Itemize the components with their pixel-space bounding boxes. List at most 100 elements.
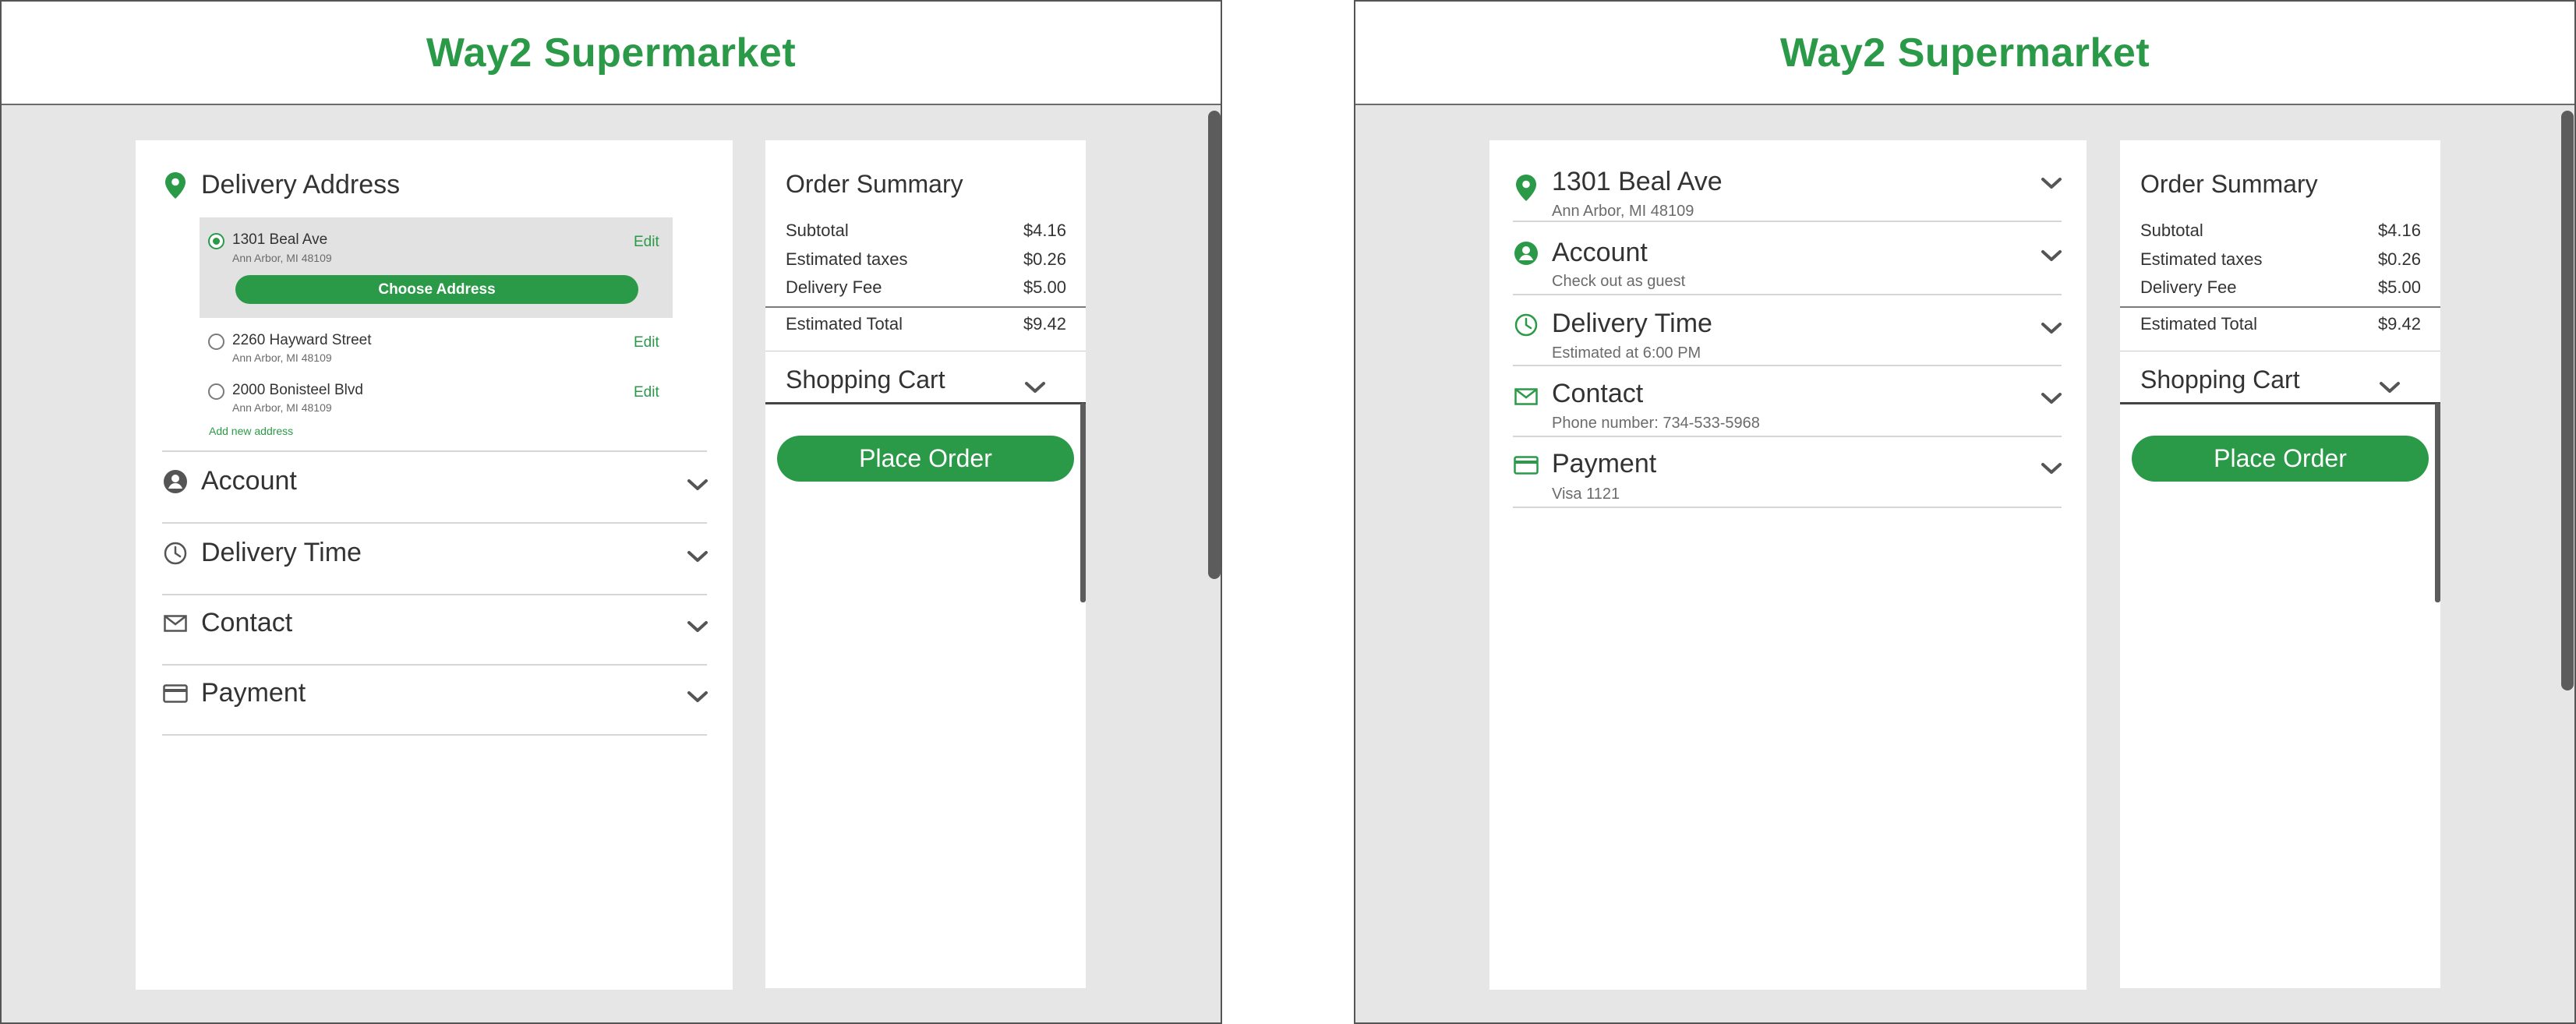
section-divider	[1513, 294, 2062, 295]
address-street: 2260 Hayward Street	[232, 332, 372, 348]
chevron-down-icon[interactable]	[2040, 320, 2063, 336]
add-new-address-link[interactable]: Add new address	[209, 425, 293, 437]
shopping-cart-toggle[interactable]: Shopping Cart	[786, 365, 945, 394]
address-city: Ann Arbor, MI 48109	[232, 351, 332, 364]
summary-row-subtotal: Subtotal $4.16	[786, 221, 1066, 241]
envelope-icon	[1513, 383, 1539, 410]
summary-label: Estimated Total	[2140, 314, 2258, 334]
summary-scrollbar[interactable]	[2435, 403, 2440, 602]
section-title[interactable]: Contact	[1552, 379, 1643, 409]
cart-divider	[765, 402, 1086, 404]
section-divider	[1513, 221, 2062, 222]
chevron-down-icon[interactable]	[2379, 380, 2401, 394]
section-subtitle: Ann Arbor, MI 48109	[1552, 203, 1694, 220]
section-divider	[162, 664, 707, 666]
section-subtitle: Visa 1121	[1552, 486, 1620, 503]
section-title: Payment	[201, 678, 306, 708]
summary-scrollbar[interactable]	[1080, 403, 1086, 602]
summary-row-total: Estimated Total $9.42	[786, 314, 1066, 334]
summary-label: Subtotal	[2140, 221, 2203, 240]
summary-label: Subtotal	[786, 221, 849, 240]
summary-row-delivery-fee: Delivery Fee $5.00	[2140, 277, 2421, 298]
summary-value: $0.26	[1023, 249, 1066, 269]
edit-address-link[interactable]: Edit	[634, 234, 659, 251]
app-header: Way2 Supermarket	[2, 2, 1221, 105]
brand-title: Way2 Supermarket	[426, 30, 797, 76]
section-subtitle: Estimated at 6:00 PM	[1552, 344, 1701, 362]
account-section-header[interactable]: Account	[162, 466, 297, 496]
delivery-address-title: Delivery Address	[201, 170, 401, 200]
page-scrollbar[interactable]	[1208, 111, 1221, 579]
section-divider	[1513, 365, 2062, 366]
chevron-down-icon[interactable]	[686, 619, 709, 634]
section-title: Account	[201, 466, 297, 496]
edit-address-link[interactable]: Edit	[634, 334, 659, 351]
chevron-down-icon[interactable]	[2040, 248, 2063, 263]
page-scrollbar[interactable]	[2561, 111, 2574, 690]
section-title[interactable]: Payment	[1552, 449, 1656, 479]
user-circle-icon	[162, 468, 189, 495]
checkout-form: Delivery Address 1301 Beal Ave Ann Arbor…	[136, 140, 733, 990]
summary-row-delivery-fee: Delivery Fee $5.00	[786, 277, 1066, 298]
address-option[interactable]: 2000 Bonisteel Blvd Ann Arbor, MI 48109 …	[200, 373, 673, 421]
section-title: Delivery Time	[201, 538, 362, 567]
summary-value: $4.16	[1023, 221, 1066, 240]
address-option-selected[interactable]: 1301 Beal Ave Ann Arbor, MI 48109 Edit C…	[200, 217, 673, 318]
summary-value: $5.00	[1023, 277, 1066, 297]
shopping-cart-toggle[interactable]: Shopping Cart	[2140, 365, 2300, 394]
clock-icon	[1513, 312, 1539, 338]
edit-address-link[interactable]: Edit	[634, 384, 659, 401]
chevron-down-icon[interactable]	[2040, 175, 2063, 191]
place-order-button[interactable]: Place Order	[777, 436, 1074, 482]
address-street: 1301 Beal Ave	[232, 231, 328, 248]
envelope-icon	[162, 610, 189, 637]
checkout-form: 1301 Beal Ave Ann Arbor, MI 48109 Accoun…	[1489, 140, 2087, 990]
chevron-down-icon[interactable]	[1024, 380, 1046, 394]
section-subtitle: Phone number: 734-533-5968	[1552, 415, 1760, 432]
address-radio[interactable]	[208, 383, 224, 400]
map-pin-icon	[1513, 175, 1539, 201]
section-divider	[162, 734, 707, 736]
order-summary-panel: Order Summary Subtotal $4.16 Estimated t…	[2120, 140, 2440, 988]
summary-row-taxes: Estimated taxes $0.26	[2140, 249, 2421, 270]
checkout-window-collapsed: Way2 Supermarket 1301 Beal Ave Ann Arbor…	[1354, 0, 2576, 1024]
place-order-button[interactable]: Place Order	[2132, 436, 2429, 482]
chevron-down-icon[interactable]	[2040, 461, 2063, 476]
address-option[interactable]: 2260 Hayward Street Ann Arbor, MI 48109 …	[200, 323, 673, 371]
address-radio[interactable]	[208, 233, 224, 249]
summary-value: $0.26	[2377, 249, 2421, 269]
cart-divider	[2120, 402, 2440, 404]
address-city: Ann Arbor, MI 48109	[232, 401, 332, 414]
summary-label: Estimated Total	[786, 314, 903, 334]
section-title[interactable]: Account	[1552, 238, 1648, 268]
section-title[interactable]: 1301 Beal Ave	[1552, 167, 1723, 197]
order-summary-title: Order Summary	[786, 170, 963, 198]
summary-label: Delivery Fee	[786, 277, 882, 297]
chevron-down-icon[interactable]	[686, 549, 709, 564]
chevron-down-icon[interactable]	[686, 477, 709, 493]
summary-label: Delivery Fee	[2140, 277, 2237, 297]
delivery-time-section-header[interactable]: Delivery Time	[162, 538, 362, 568]
summary-value: $5.00	[2377, 277, 2421, 297]
section-divider	[162, 594, 707, 595]
user-circle-icon	[1513, 240, 1539, 267]
map-pin-icon	[162, 171, 189, 199]
summary-value: $4.16	[2377, 221, 2421, 240]
summary-divider	[765, 306, 1086, 308]
choose-address-button[interactable]: Choose Address	[235, 275, 638, 304]
order-summary-title: Order Summary	[2140, 170, 2318, 198]
payment-section-header[interactable]: Payment	[162, 678, 306, 708]
section-divider	[1513, 436, 2062, 437]
section-title: Contact	[201, 608, 293, 637]
chevron-down-icon[interactable]	[2040, 390, 2063, 406]
summary-value: $9.42	[2377, 314, 2421, 334]
address-street: 2000 Bonisteel Blvd	[232, 382, 363, 398]
credit-card-icon	[1513, 452, 1539, 478]
section-divider	[1513, 507, 2062, 508]
summary-label: Estimated taxes	[2140, 249, 2263, 269]
contact-section-header[interactable]: Contact	[162, 608, 292, 638]
address-radio[interactable]	[208, 334, 224, 350]
section-title[interactable]: Delivery Time	[1552, 309, 1712, 339]
summary-row-subtotal: Subtotal $4.16	[2140, 221, 2421, 241]
chevron-down-icon[interactable]	[686, 689, 709, 704]
